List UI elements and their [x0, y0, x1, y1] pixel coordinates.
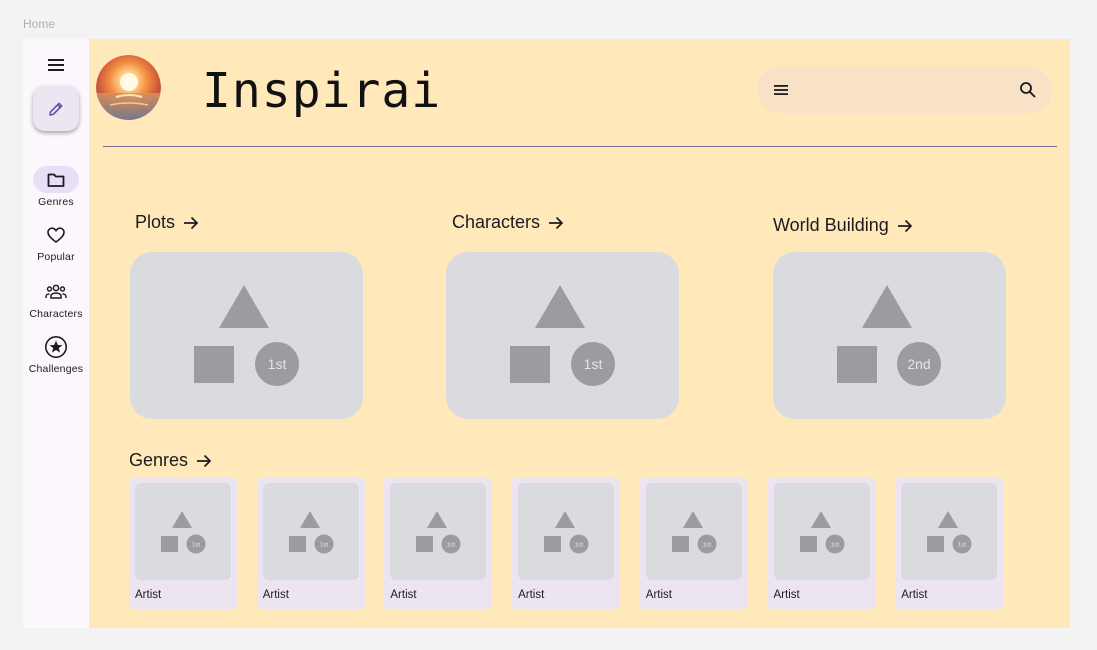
- rail-item-label: Genres: [38, 196, 74, 208]
- placeholder-image: 1st: [518, 483, 615, 580]
- placeholder-image: 2nd: [837, 285, 941, 386]
- genre-card[interactable]: 1st Artist: [767, 477, 876, 610]
- compose-fab-button[interactable]: [33, 86, 79, 131]
- rank-badge: 1st: [268, 356, 287, 372]
- placeholder-image: 1st: [135, 483, 231, 580]
- rail-item-challenges[interactable]: Challenges: [23, 333, 89, 375]
- group-icon: [45, 284, 67, 299]
- triangle-shape: [535, 285, 585, 328]
- genre-card[interactable]: 1st Artist: [129, 477, 237, 610]
- genre-card-label: Artist: [135, 589, 162, 601]
- search-icon[interactable]: [1019, 81, 1037, 99]
- rail-item-icon-wrap: [33, 221, 79, 248]
- main-content: Inspirai Plots Characters World Building: [89, 39, 1070, 628]
- genre-card-label: Artist: [901, 589, 928, 601]
- rail-item-icon-wrap: [33, 278, 79, 305]
- app-logo: [96, 55, 161, 120]
- genre-card-label: Artist: [390, 589, 417, 601]
- sunset-logo-image: [96, 55, 161, 120]
- square-shape: [927, 536, 945, 552]
- placeholder-image: 1st: [901, 483, 998, 580]
- app-title: Inspirai: [202, 63, 442, 119]
- triangle-shape: [810, 511, 831, 528]
- rank-badge: 1st: [447, 543, 455, 549]
- genre-card-label: Artist: [262, 589, 289, 601]
- pencil-icon: [49, 102, 63, 116]
- square-shape: [161, 536, 178, 552]
- placeholder-image: 1st: [510, 285, 615, 386]
- header-divider: [103, 146, 1057, 147]
- plots-card[interactable]: 1st: [130, 252, 363, 419]
- square-shape: [510, 346, 550, 383]
- square-shape: [194, 346, 234, 383]
- rank-badge: 1st: [192, 543, 200, 549]
- placeholder-image: 1st: [773, 483, 870, 580]
- square-shape: [799, 536, 817, 552]
- breadcrumb[interactable]: Home: [23, 17, 55, 31]
- menu-icon[interactable]: [45, 57, 67, 73]
- triangle-shape: [862, 285, 912, 328]
- triangle-shape: [299, 511, 320, 528]
- world-building-card[interactable]: 2nd: [773, 252, 1006, 419]
- rank-badge: 1st: [830, 543, 838, 549]
- arrow-right-icon: [549, 216, 564, 229]
- characters-link[interactable]: Characters: [452, 212, 564, 233]
- folder-icon: [47, 173, 65, 187]
- placeholder-image: 1st: [645, 483, 742, 580]
- triangle-shape: [172, 511, 192, 528]
- genre-card-label: Artist: [773, 589, 800, 601]
- square-shape: [416, 536, 434, 552]
- world-building-link[interactable]: World Building: [773, 215, 913, 236]
- section-title: Genres: [129, 450, 189, 470]
- arrow-right-icon: [897, 219, 912, 232]
- rank-badge: 1st: [575, 543, 583, 549]
- genre-card[interactable]: 1st Artist: [895, 477, 1004, 610]
- star-circle-icon: [45, 335, 67, 358]
- rank-badge: 1st: [958, 543, 966, 549]
- genre-card[interactable]: 1st Artist: [512, 477, 621, 610]
- rail-item-genres[interactable]: Genres: [23, 166, 89, 208]
- rank-badge: 1st: [320, 543, 328, 549]
- triangle-shape: [427, 511, 448, 528]
- rail-item-icon-wrap: [33, 333, 79, 360]
- triangle-shape: [555, 511, 576, 528]
- heart-icon: [47, 226, 65, 243]
- triangle-shape: [938, 511, 959, 528]
- rail-item-label: Popular: [37, 251, 75, 263]
- arrow-right-icon: [197, 454, 212, 467]
- square-shape: [288, 536, 306, 552]
- rail-item-label: Characters: [29, 308, 83, 320]
- arrow-right-icon: [184, 216, 199, 229]
- section-title: World Building: [773, 215, 889, 235]
- rail-item-indicator: [33, 166, 79, 193]
- triangle-shape: [682, 511, 703, 528]
- genre-card[interactable]: 1st Artist: [384, 477, 493, 610]
- rail-item-popular[interactable]: Popular: [23, 221, 89, 263]
- square-shape: [544, 536, 562, 552]
- rank-badge: 1st: [584, 356, 603, 372]
- section-title: Plots: [135, 212, 176, 232]
- rank-badge: 2nd: [907, 356, 930, 372]
- placeholder-image: 1st: [262, 483, 359, 580]
- rail-item-characters[interactable]: Characters: [23, 278, 89, 320]
- triangle-shape: [219, 285, 269, 328]
- navigation-rail: Genres Popular Characters Challenges: [23, 39, 89, 628]
- characters-card[interactable]: 1st: [446, 252, 679, 419]
- genre-card[interactable]: 1st Artist: [256, 477, 365, 610]
- genre-card-label: Artist: [518, 589, 545, 601]
- square-shape: [671, 536, 689, 552]
- genre-card-label: Artist: [645, 589, 672, 601]
- search-bar[interactable]: [757, 67, 1052, 113]
- placeholder-image: 1st: [390, 483, 487, 580]
- plots-link[interactable]: Plots: [135, 212, 199, 233]
- square-shape: [837, 346, 877, 383]
- rank-badge: 1st: [703, 543, 711, 549]
- genres-link[interactable]: Genres: [129, 450, 212, 471]
- rail-item-label: Challenges: [28, 363, 84, 375]
- menu-icon[interactable]: [773, 83, 789, 97]
- app-frame: Genres Popular Characters Challenges Ins…: [23, 39, 1070, 628]
- genre-card[interactable]: 1st Artist: [639, 477, 748, 610]
- placeholder-image: 1st: [194, 285, 299, 386]
- section-title: Characters: [452, 212, 541, 232]
